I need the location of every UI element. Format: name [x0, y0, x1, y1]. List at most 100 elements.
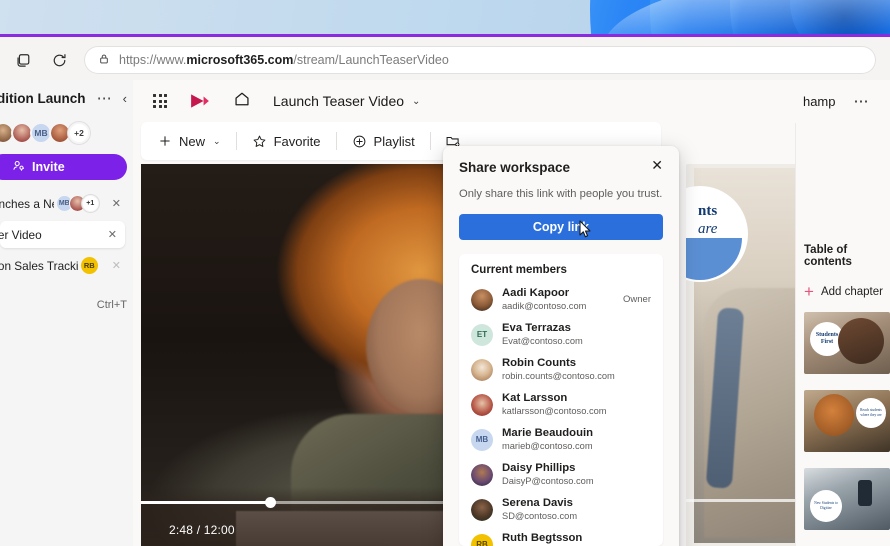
table-of-contents-panel: Table of contents + Add chapter Students…	[795, 123, 890, 546]
member-name: Kat Larsson	[502, 392, 568, 404]
member-email: katlarsson@contoso.com	[502, 406, 607, 416]
avatar-initials: RB	[471, 533, 493, 546]
invite-button[interactable]: Invite	[0, 154, 127, 180]
avatar-overflow-count[interactable]: +2	[68, 122, 90, 144]
web-page: Edition Launch ⋯ ‹ MB +2	[0, 80, 890, 546]
add-chapter-label: Add chapter	[820, 285, 883, 298]
member-row[interactable]: RB Ruth Begtsson ruth@contoso.com	[459, 527, 663, 546]
workspace-more-icon[interactable]: ⋯	[97, 89, 113, 107]
chapter-bubble-text: New Students to Digitize	[810, 490, 842, 522]
timecode: 2:48 / 12:00	[169, 523, 235, 537]
favorite-label: Favorite	[273, 133, 321, 149]
plus-icon: +	[804, 282, 814, 301]
member-row[interactable]: Daisy Phillips DaisyP@contoso.com	[459, 457, 663, 492]
playlist-label: Playlist	[373, 133, 415, 149]
member-email: marieb@contoso.com	[502, 441, 593, 451]
chapter-thumbnail-list: Students First Reach students where they…	[804, 312, 890, 546]
more-options-icon[interactable]: ⋯	[854, 92, 871, 110]
tab-avatars: RB	[79, 256, 99, 275]
url-domain: microsoft365.com	[186, 53, 294, 67]
workspace-collapse-icon[interactable]: ‹	[123, 91, 127, 106]
home-icon[interactable]	[233, 90, 251, 113]
mouse-cursor	[579, 220, 591, 238]
workspace-tab-2[interactable]: tion Sales Tracking RB ✕	[0, 252, 129, 279]
member-name: Eva Terrazas	[502, 322, 571, 334]
add-person-icon	[12, 159, 25, 175]
tab-label: tion Sales Tracking	[0, 258, 78, 273]
divider	[429, 132, 431, 150]
url-path: /stream/LaunchTeaserVideo	[293, 53, 449, 67]
chapter-bubble-text: Reach students where they are	[856, 398, 886, 428]
browser-toolbar: https://www. microsoft365.com/stream/Laun…	[0, 40, 890, 80]
member-email: Evat@contoso.com	[502, 336, 583, 346]
chapter-bubble-text: Students First	[810, 322, 844, 356]
member-role: Owner	[623, 294, 651, 305]
workspace-tab-list: unches a New MB +1 ✕ ser Video ✕ tion S	[0, 190, 133, 279]
page-title[interactable]: Launch Teaser Video ⌄	[273, 93, 420, 109]
close-icon[interactable]: ✕	[112, 197, 121, 210]
avatar-initials: ET	[471, 323, 493, 346]
reload-icon[interactable]	[42, 43, 76, 77]
stream-topbar-right: hamp ⋯	[803, 92, 878, 110]
member-name: Ruth Begtsson	[502, 532, 583, 544]
member-email: SD@contoso.com	[502, 511, 578, 521]
avatar	[471, 288, 493, 311]
tab-avatars: MB +1	[55, 195, 99, 212]
app-launcher-icon[interactable]	[145, 86, 175, 116]
avatar	[471, 393, 493, 416]
workspace-title: Edition Launch	[0, 90, 86, 106]
tab-label: ser Video	[0, 227, 42, 242]
address-bar[interactable]: https://www. microsoft365.com/stream/Laun…	[84, 46, 876, 74]
workspace-tab-0[interactable]: unches a New MB +1 ✕	[0, 190, 129, 217]
current-members-title: Current members	[471, 264, 567, 276]
close-icon[interactable]: ✕	[108, 228, 117, 241]
chevron-down-icon[interactable]: ⌄	[213, 136, 221, 147]
page-title-text: Launch Teaser Video	[273, 93, 405, 109]
divider	[335, 132, 337, 150]
member-name: Aadi Kapoor	[502, 287, 570, 299]
member-row[interactable]: Robin Counts robin.counts@contoso.com	[459, 352, 663, 387]
tab-label: unches a New	[0, 196, 54, 211]
avatar-initials: RB	[79, 256, 99, 275]
dialog-title: Share workspace	[459, 160, 571, 175]
screenshot-root: https://www. microsoft365.com/stream/Laun…	[0, 0, 890, 546]
member-row[interactable]: Serena Davis SD@contoso.com	[459, 492, 663, 527]
dialog-subtitle: Only share this link with people you tru…	[459, 188, 663, 200]
member-email: robin.counts@contoso.com	[502, 371, 615, 381]
workspace-header: Edition Launch ⋯ ‹	[0, 80, 133, 116]
member-row[interactable]: Kat Larsson katlarsson@contoso.com	[459, 387, 663, 422]
member-name: Robin Counts	[502, 357, 577, 369]
avatar-initials: MB	[471, 428, 493, 451]
progress-fill	[141, 501, 271, 504]
member-row[interactable]: MB Marie Beaudouin marieb@contoso.com	[459, 422, 663, 457]
windows-desktop-wallpaper	[0, 0, 890, 34]
workspace-tab-1[interactable]: ser Video ✕	[0, 221, 125, 248]
browser-window: https://www. microsoft365.com/stream/Laun…	[0, 34, 890, 546]
dialog-header: Share workspace ✕	[459, 158, 663, 175]
new-button[interactable]: New ⌄	[147, 126, 232, 156]
chapter-thumbnail[interactable]: Reach students where they are	[804, 390, 890, 452]
workspace-member-avatars: MB +2	[0, 116, 133, 150]
chapter-thumbnail[interactable]: Students First	[804, 312, 890, 374]
member-email: aadik@contoso.com	[502, 301, 587, 311]
favorite-button[interactable]: Favorite	[241, 126, 332, 156]
add-chapter-button[interactable]: + Add chapter	[804, 283, 890, 300]
divider	[235, 132, 237, 150]
progress-handle[interactable]	[265, 497, 276, 508]
stream-logo-icon	[189, 93, 211, 109]
avatar-overflow-count: +1	[81, 195, 99, 212]
member-row[interactable]: ET Eva Terrazas Evat@contoso.com	[459, 317, 663, 352]
chapter-thumbnail[interactable]: New Students to Digitize	[804, 468, 890, 530]
workspace-sidebar: Edition Launch ⋯ ‹ MB +2	[0, 80, 133, 546]
chevron-down-icon[interactable]: ⌄	[412, 96, 420, 107]
close-icon[interactable]: ✕	[651, 158, 663, 172]
member-name: Serena Davis	[502, 497, 573, 509]
member-row[interactable]: Aadi Kapoor aadik@contoso.com Owner	[459, 282, 663, 317]
close-icon[interactable]: ✕	[112, 259, 121, 272]
copy-link-button[interactable]: Copy link	[459, 214, 663, 240]
avatar	[471, 498, 493, 521]
playlist-button[interactable]: Playlist	[341, 126, 426, 156]
tab-collections-icon[interactable]	[6, 43, 40, 77]
owner-name-fragment: hamp	[802, 93, 836, 109]
share-workspace-dialog: Share workspace ✕ Only share this link w…	[443, 146, 679, 546]
